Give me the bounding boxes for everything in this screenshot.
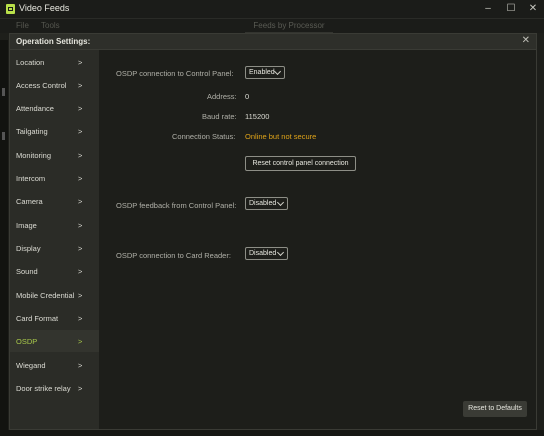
app-icon bbox=[6, 4, 15, 14]
sidebar-item-label: Attendance bbox=[16, 104, 54, 113]
select-value: Enabled bbox=[249, 69, 275, 76]
sidebar-item-display[interactable]: Display > bbox=[10, 237, 99, 259]
sidebar-item-card-format[interactable]: Card Format > bbox=[10, 307, 99, 329]
sidebar-item-access-control[interactable]: Access Control > bbox=[10, 74, 99, 96]
sidebar-item-tailgating[interactable]: Tailgating > bbox=[10, 120, 99, 142]
sidebar-item-label: Camera bbox=[16, 197, 43, 206]
menu-file[interactable]: File bbox=[16, 21, 29, 30]
maximize-button[interactable]: ☐ bbox=[500, 2, 522, 16]
chevron-right-icon: > bbox=[78, 104, 83, 113]
sidebar-item-label: Sound bbox=[16, 267, 38, 276]
title-bar: Video Feeds – ☐ ✕ bbox=[0, 0, 544, 19]
card-reader-select[interactable]: Disabled bbox=[245, 247, 288, 260]
menu-bar: File Tools Feeds by Processor bbox=[0, 19, 544, 33]
chevron-right-icon: > bbox=[78, 337, 83, 346]
chevron-down-icon bbox=[276, 198, 285, 207]
chevron-right-icon: > bbox=[78, 291, 83, 300]
sidebar-item-label: Intercom bbox=[16, 174, 46, 183]
sidebar-item-mobile-credential[interactable]: Mobile Credential > bbox=[10, 284, 99, 306]
window-title: Video Feeds bbox=[19, 3, 70, 13]
chevron-right-icon: > bbox=[78, 174, 83, 183]
feedback-label: OSDP feedback from Control Panel: bbox=[116, 201, 237, 210]
select-value: Disabled bbox=[249, 250, 277, 257]
chevron-right-icon: > bbox=[78, 221, 83, 230]
sidebar-item-label: Location bbox=[16, 58, 45, 67]
address-value: 0 bbox=[245, 92, 250, 101]
window-bottom-edge bbox=[0, 430, 544, 436]
sidebar-item-label: OSDP bbox=[16, 337, 38, 346]
sidebar-item-label: Card Format bbox=[16, 314, 59, 323]
sidebar-item-label: Access Control bbox=[16, 81, 67, 90]
dialog-close-icon[interactable]: ✕ bbox=[522, 35, 530, 46]
edge-marker bbox=[2, 88, 5, 96]
sidebar-item-label: Door strike relay bbox=[16, 384, 71, 393]
menu-tools[interactable]: Tools bbox=[41, 21, 60, 30]
sidebar-item-attendance[interactable]: Attendance > bbox=[10, 97, 99, 119]
sidebar-item-location[interactable]: Location > bbox=[10, 51, 99, 73]
sidebar-item-door-strike-relay[interactable]: Door strike relay > bbox=[10, 377, 99, 399]
chevron-right-icon: > bbox=[78, 58, 83, 67]
connection-status-label: Connection Status: bbox=[172, 132, 236, 141]
left-edge-strip bbox=[0, 40, 8, 436]
reset-to-defaults-button[interactable]: Reset to Defaults bbox=[463, 401, 527, 417]
close-window-button[interactable]: ✕ bbox=[522, 2, 544, 16]
sidebar-item-label: Tailgating bbox=[16, 127, 48, 136]
sidebar-item-label: Display bbox=[16, 244, 41, 253]
sidebar-item-wiegand[interactable]: Wiegand > bbox=[10, 354, 99, 376]
card-reader-label: OSDP connection to Card Reader: bbox=[116, 251, 231, 260]
sidebar-item-intercom[interactable]: Intercom > bbox=[10, 167, 99, 189]
chevron-right-icon: > bbox=[78, 267, 83, 276]
chevron-right-icon: > bbox=[78, 151, 83, 160]
control-panel-label: OSDP connection to Control Panel: bbox=[116, 69, 234, 78]
chevron-right-icon: > bbox=[78, 127, 83, 136]
osdp-settings-panel: OSDP connection to Control Panel: Enable… bbox=[99, 50, 536, 429]
chevron-right-icon: > bbox=[78, 81, 83, 90]
sidebar-item-monitoring[interactable]: Monitoring > bbox=[10, 144, 99, 166]
chevron-right-icon: > bbox=[78, 197, 83, 206]
sidebar-item-label: Wiegand bbox=[16, 361, 46, 370]
sidebar-item-label: Mobile Credential bbox=[16, 291, 75, 300]
chevron-right-icon: > bbox=[78, 361, 83, 370]
edge-marker bbox=[2, 132, 5, 140]
minimize-button[interactable]: – bbox=[477, 2, 499, 16]
sidebar-item-osdp[interactable]: OSDP > bbox=[10, 330, 99, 352]
settings-sidebar: Location > Access Control > Attendance >… bbox=[10, 50, 99, 429]
chevron-down-icon bbox=[273, 67, 282, 76]
connection-status-value: Online but not secure bbox=[245, 132, 317, 141]
sidebar-item-sound[interactable]: Sound > bbox=[10, 260, 99, 282]
chevron-right-icon: > bbox=[78, 314, 83, 323]
dialog-title: Operation Settings: bbox=[16, 37, 91, 46]
chevron-right-icon: > bbox=[78, 244, 83, 253]
reset-control-panel-button[interactable]: Reset control panel connection bbox=[245, 156, 356, 171]
tab-feeds-by-processor[interactable]: Feeds by Processor bbox=[245, 20, 333, 33]
select-value: Disabled bbox=[249, 200, 277, 207]
feedback-select[interactable]: Disabled bbox=[245, 197, 288, 210]
sidebar-item-label: Monitoring bbox=[16, 151, 52, 160]
baud-rate-label: Baud rate: bbox=[202, 112, 237, 121]
sidebar-item-label: Image bbox=[16, 221, 37, 230]
baud-rate-value: 115200 bbox=[245, 112, 270, 121]
sidebar-item-camera[interactable]: Camera > bbox=[10, 190, 99, 212]
chevron-down-icon bbox=[276, 248, 285, 257]
chevron-right-icon: > bbox=[78, 384, 83, 393]
sidebar-item-image[interactable]: Image > bbox=[10, 214, 99, 236]
dialog-header: Operation Settings: ✕ bbox=[10, 34, 536, 50]
control-panel-select[interactable]: Enabled bbox=[245, 66, 285, 79]
operation-settings-dialog: Operation Settings: ✕ Location > Access … bbox=[9, 33, 537, 430]
address-label: Address: bbox=[207, 92, 237, 101]
